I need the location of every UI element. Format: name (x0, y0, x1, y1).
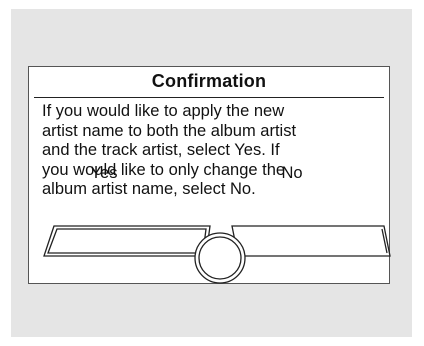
no-button[interactable] (231, 225, 391, 257)
rotary-dial-icon (194, 232, 246, 284)
yes-button[interactable] (43, 225, 211, 257)
yes-button-label[interactable]: Yes (44, 164, 164, 183)
no-button-label[interactable]: No (242, 164, 342, 183)
